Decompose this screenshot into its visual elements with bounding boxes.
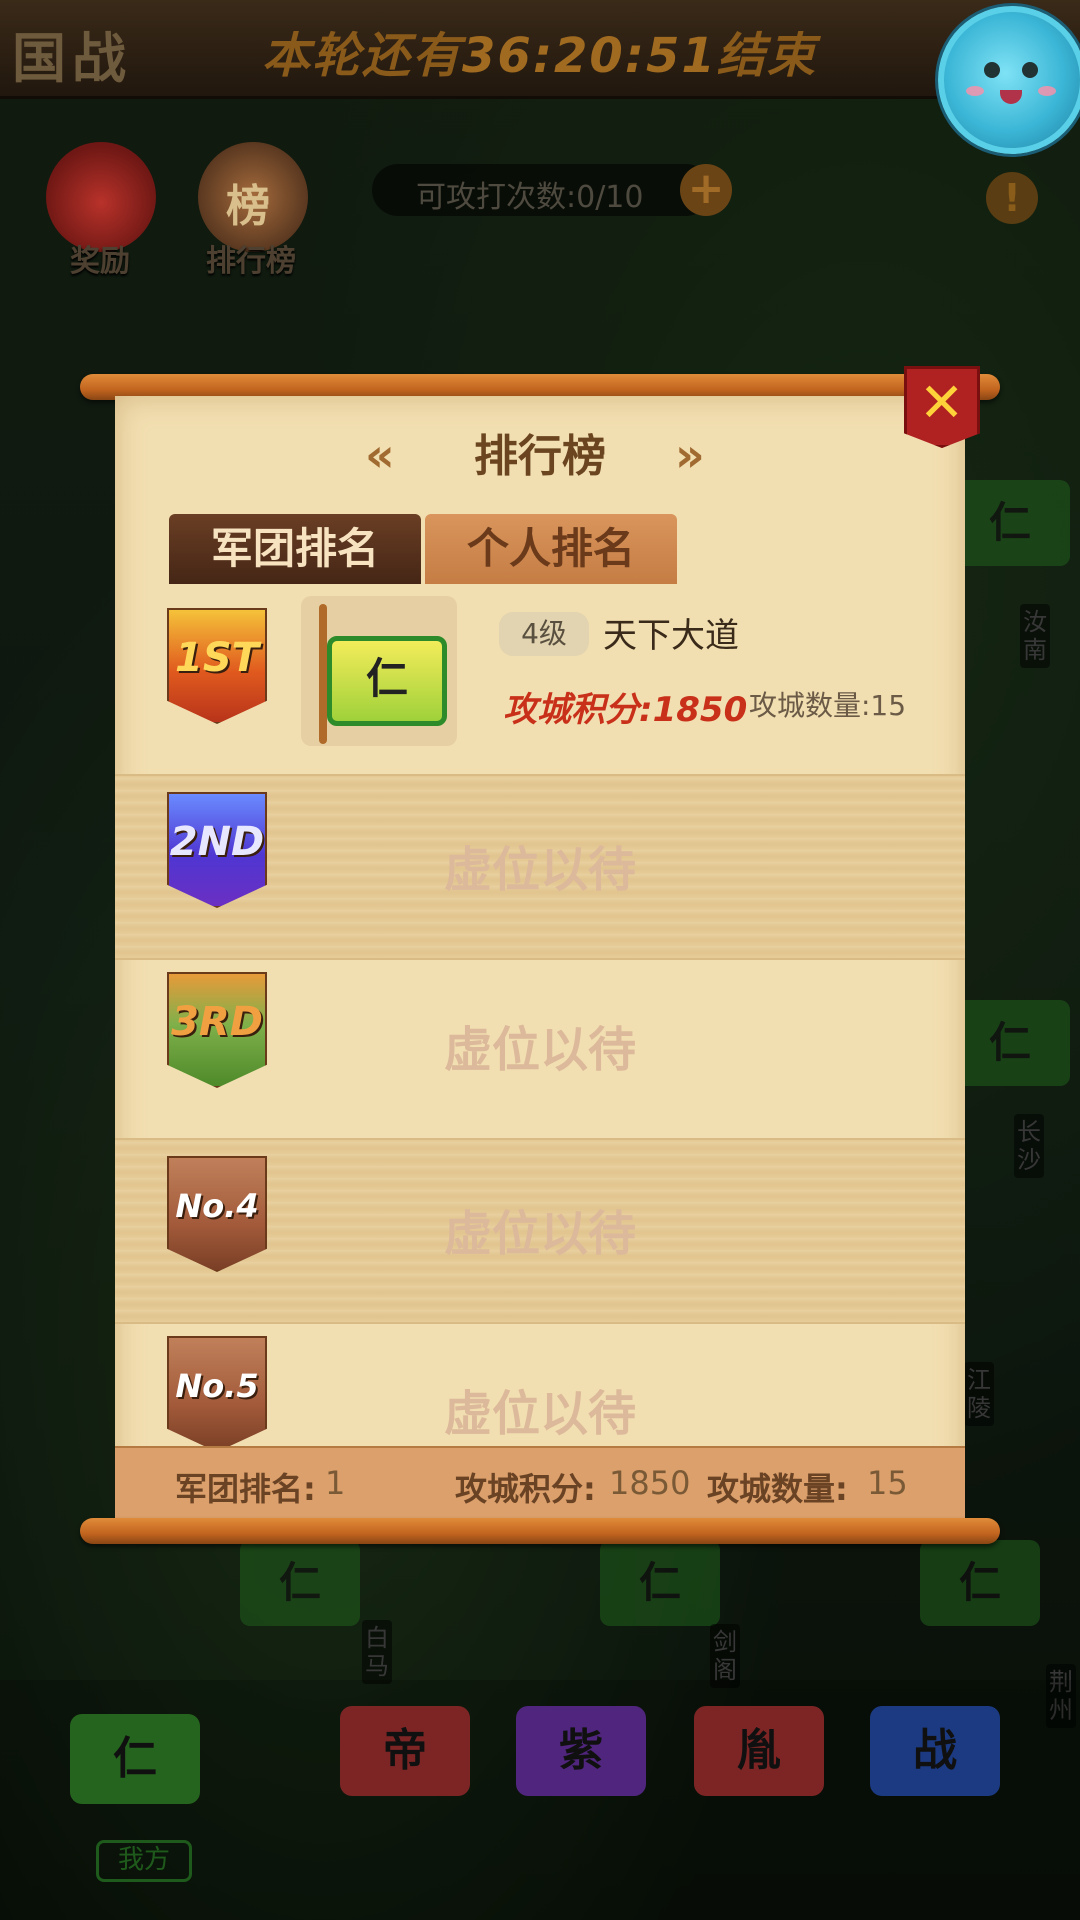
empty-slot-text: 虚位以待 — [443, 1386, 636, 1442]
countdown-suffix: 结束 — [716, 28, 817, 84]
empty-slot-text: 虚位以待 — [443, 1206, 636, 1262]
tab-personal-ranking[interactable]: 个人排名 — [425, 514, 677, 584]
ranking-row-1[interactable]: 1ST 仁 4级 天下大道 攻城积分:1850 攻城数量:15 — [115, 592, 965, 774]
legion-name: 天下大道 — [603, 616, 739, 656]
legion-level-badge: 4级 — [499, 612, 589, 656]
footer-score-value: 1850 — [609, 1464, 691, 1502]
add-attack-button[interactable]: + — [680, 164, 732, 216]
footer-score-label: 攻城积分: — [455, 1470, 596, 1508]
close-icon: ✕ — [919, 371, 965, 434]
avatar-mouth — [1000, 90, 1022, 104]
reward-label: 奖励 — [70, 244, 130, 279]
avatar-blush — [966, 86, 984, 96]
panel-title: 排行榜 — [474, 431, 606, 482]
ranking-panel: « 排行榜 » 军团排名 个人排名 1ST 仁 4级 天下大道 攻城积分:185… — [115, 396, 965, 1518]
ranking-row-5[interactable]: No.5 虚位以待 — [115, 1320, 965, 1446]
ranking-glyph: 榜 — [226, 181, 270, 232]
close-button[interactable]: ✕ — [904, 366, 980, 448]
ranking-row-2[interactable]: 2ND 虚位以待 — [115, 774, 965, 960]
ranking-label: 排行榜 — [206, 244, 296, 279]
next-page-arrow-icon[interactable]: » — [675, 428, 705, 482]
attack-count-text: 可攻打次数:0/10 — [416, 180, 644, 215]
my-legion-summary: 军团排名: 1 攻城积分: 1850 攻城数量: 15 — [115, 1446, 965, 1518]
round-countdown: 本轮还有36:20:51结束 — [262, 16, 817, 86]
footer-count-label: 攻城数量: — [707, 1470, 848, 1508]
avatar-eye — [984, 62, 1000, 78]
ranking-list[interactable]: 1ST 仁 4级 天下大道 攻城积分:1850 攻城数量:15 2ND 虚位以待… — [115, 592, 965, 1446]
footer-rank-label: 军团排名: — [175, 1470, 316, 1508]
countdown-prefix: 本轮还有 — [262, 28, 463, 84]
empty-slot-text: 虚位以待 — [443, 1022, 636, 1078]
countdown-time: 36:20:51 — [462, 28, 717, 84]
legion-emblem: 仁 — [301, 596, 457, 746]
flag-pole-icon — [319, 604, 327, 744]
player-avatar[interactable] — [938, 6, 1080, 154]
scroll-rod-bottom — [80, 1518, 1000, 1544]
footer-count-value: 15 — [867, 1464, 908, 1502]
ranking-row-4[interactable]: No.4 虚位以待 — [115, 1138, 965, 1324]
nation-war-title: 国战 — [12, 27, 132, 90]
legion-flag-icon: 仁 — [327, 636, 447, 726]
ranking-row-3[interactable]: 3RD 虚位以待 — [115, 956, 965, 1138]
footer-rank-value: 1 — [325, 1464, 346, 1502]
siege-score: 攻城积分:1850 — [503, 690, 748, 730]
empty-slot-text: 虚位以待 — [443, 842, 636, 898]
avatar-eye — [1022, 62, 1038, 78]
rank-medal-1st: 1ST — [167, 608, 267, 724]
tab-legion-ranking[interactable]: 军团排名 — [169, 514, 421, 584]
info-icon[interactable]: ! — [986, 172, 1038, 224]
avatar-blush — [1038, 86, 1056, 96]
siege-count: 攻城数量:15 — [749, 689, 907, 722]
